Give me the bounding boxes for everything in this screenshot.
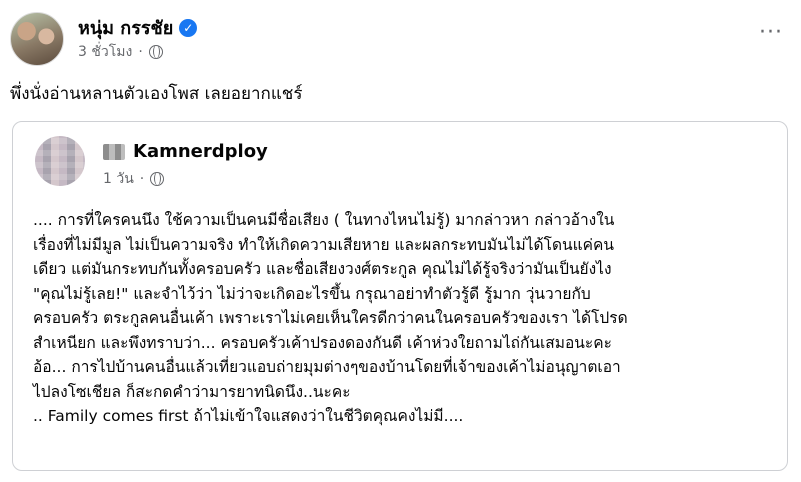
post-text: พึ่งนั่งอ่านหลานตัวเองโพส เลยอยากแชร์	[10, 84, 303, 104]
body-line: สำเหนียก และพึงทราบว่า... ครอบครัวเค้าปร…	[33, 333, 612, 352]
meta-separator: ·	[139, 171, 145, 187]
author-avatar[interactable]	[10, 12, 64, 66]
more-options-icon[interactable]: ···	[759, 22, 783, 44]
body-line: ครอบครัว ตระกูลคนอื่นเค้า เพราะเราไม่เคย…	[33, 309, 628, 327]
author-name[interactable]: หนุ่ม กรรชัย	[78, 13, 173, 42]
shared-author-name[interactable]: Kamnerdploy	[133, 141, 268, 162]
post-header: หนุ่ม กรรชัย ✓ 3 ชั่วโมง · ···	[10, 10, 791, 66]
shared-post-body: .... การที่ใครคนนึง ใช้ความเป็นคนมีชื่อเ…	[33, 208, 778, 429]
body-line: อ้อ... การไปบ้านคนอื่นแล้วเที่ยวแอบถ่ายม…	[33, 358, 621, 376]
meta-separator: ·	[138, 44, 143, 60]
blurred-name-part	[103, 143, 125, 160]
body-line: .. Family comes first ถ้าไม่เข้าใจแสดงว่…	[33, 407, 464, 425]
post-meta: 3 ชั่วโมง ·	[78, 41, 163, 63]
shared-post-meta: 1 วัน ·	[103, 168, 165, 190]
globe-icon[interactable]	[148, 45, 163, 59]
shared-author-row: Kamnerdploy	[103, 141, 268, 162]
globe-icon[interactable]	[150, 172, 165, 186]
post-time[interactable]: 3 ชั่วโมง	[78, 41, 132, 63]
verified-icon: ✓	[179, 18, 198, 37]
shared-post-time[interactable]: 1 วัน	[103, 168, 134, 190]
body-line: ไปลงโซเชียล ก็สะกดคำว่ามารยาทนิดนึง..นะค…	[33, 382, 351, 401]
body-line: เรื่องที่ไม่มีมูล ไม่เป็นความจริง ทำให้เ…	[33, 235, 614, 254]
body-line: .... การที่ใครคนนึง ใช้ความเป็นคนมีชื่อเ…	[33, 211, 615, 229]
shared-author-avatar[interactable]	[35, 136, 85, 186]
body-line: เดียว แต่มันกระทบกันทั้งครอบครัว และชื่อ…	[33, 260, 612, 278]
body-line: "คุณไม่รู้เลย!" และจำไว้ว่า ไม่ว่าจะเกิด…	[33, 284, 591, 303]
author-row: หนุ่ม กรรชัย ✓	[78, 13, 198, 42]
shared-post-card[interactable]: Kamnerdploy 1 วัน · .... การที่ใครคนนึง …	[12, 121, 788, 471]
